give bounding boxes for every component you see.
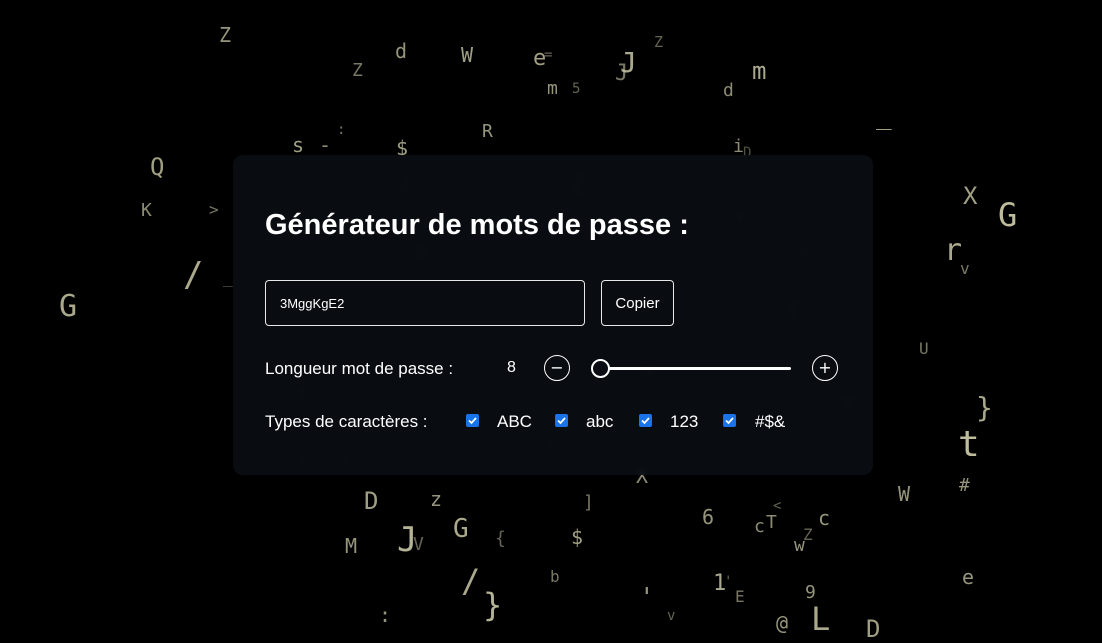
background-glyph: Q [150, 153, 165, 181]
plus-icon: + [818, 358, 832, 377]
background-glyph: } [976, 391, 993, 424]
symbols-label: #$& [755, 412, 786, 431]
generated-password-field[interactable] [265, 280, 585, 326]
background-glyph: c [754, 516, 765, 537]
background-glyph: Z [352, 60, 363, 81]
background-glyph: U [919, 339, 929, 358]
background-glyph: s [292, 133, 305, 157]
background-glyph: R [482, 121, 493, 142]
background-glyph: t [958, 424, 980, 465]
background-glyph: Z [654, 33, 664, 51]
copy-button[interactable]: Copier [601, 280, 674, 326]
background-glyph: = [544, 47, 553, 63]
numbers-label: 123 [670, 412, 699, 431]
background-glyph: W [461, 43, 474, 67]
background-glyph: v [667, 608, 676, 624]
slider-thumb[interactable] [591, 359, 610, 378]
background-glyph: G [453, 514, 469, 544]
lowercase-checkbox[interactable] [555, 414, 568, 427]
background-glyph: _ [223, 268, 233, 287]
background-glyph: T [766, 512, 777, 533]
background-glyph: D [364, 487, 379, 515]
background-glyph: ' [724, 574, 733, 590]
check-icon [468, 417, 477, 425]
uppercase-checkbox[interactable] [466, 414, 479, 427]
background-glyph: D [866, 615, 881, 643]
minus-icon: − [550, 358, 564, 377]
background-glyph: $ [571, 525, 584, 549]
background-glyph: d [395, 39, 408, 63]
length-value: 8 [507, 359, 516, 376]
check-icon [641, 417, 650, 425]
background-glyph: @ [776, 611, 789, 635]
background-glyph: Z [219, 23, 232, 47]
background-glyph: W [898, 482, 911, 506]
background-glyph: : [337, 122, 346, 138]
increase-length-button[interactable]: + [812, 355, 838, 381]
background-glyph: d [723, 80, 734, 101]
numbers-checkbox[interactable] [639, 414, 652, 427]
background-glyph: V [413, 534, 424, 555]
decrease-length-button[interactable]: − [544, 355, 570, 381]
background-glyph: m [547, 78, 558, 99]
background-glyph: w [794, 535, 805, 556]
background-glyph: ] [583, 492, 594, 513]
lowercase-label: abc [586, 412, 614, 431]
background-glyph: # [959, 475, 970, 496]
background-glyph: X [963, 182, 978, 210]
background-glyph: J [615, 61, 629, 86]
background-glyph: { [495, 528, 506, 549]
length-slider[interactable] [591, 357, 791, 379]
background-glyph: } [483, 586, 503, 624]
length-label: Longueur mot de passe : [265, 359, 454, 378]
background-glyph: / [461, 562, 481, 600]
check-icon [557, 417, 566, 425]
background-glyph: M [345, 534, 358, 558]
background-glyph: K [141, 200, 152, 221]
background-glyph: v [960, 259, 970, 278]
check-icon [725, 417, 734, 425]
uppercase-label: ABC [497, 412, 532, 431]
background-glyph: - [319, 133, 332, 157]
background-glyph: < [773, 498, 782, 514]
background-glyph: e [962, 565, 975, 589]
background-glyph: L [811, 600, 831, 638]
background-glyph: m [752, 57, 767, 85]
page-title: Générateur de mots de passe : [265, 209, 689, 241]
background-glyph: ' [639, 583, 655, 613]
background-glyph: G [59, 289, 78, 324]
slider-track [599, 367, 791, 370]
background-glyph: _ [876, 101, 892, 131]
background-glyph: 6 [702, 505, 715, 529]
background-glyph: G [998, 196, 1018, 234]
password-generator-card: Générateur de mots de passe : Copier Lon… [233, 155, 873, 475]
background-glyph: c [818, 506, 831, 530]
background-glyph: b [550, 567, 560, 586]
background-glyph: 5 [572, 81, 581, 97]
background-glyph: : [379, 603, 392, 627]
symbols-checkbox[interactable] [723, 414, 736, 427]
background-glyph: / [183, 255, 204, 295]
background-glyph: E [735, 587, 745, 606]
character-types-label: Types de caractères : [265, 412, 428, 431]
background-glyph: > [209, 200, 219, 219]
background-glyph: z [430, 487, 443, 511]
